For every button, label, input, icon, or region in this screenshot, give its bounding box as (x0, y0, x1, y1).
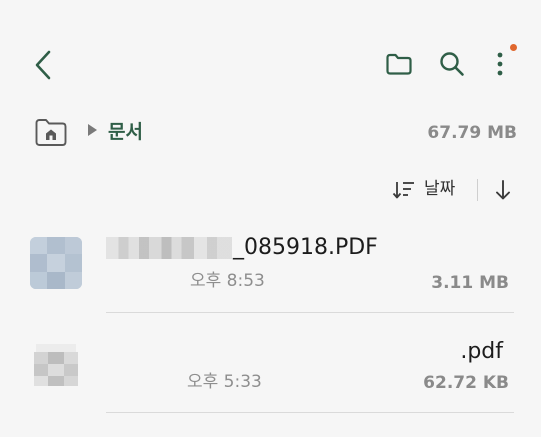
sort-button[interactable] (392, 180, 416, 200)
pdf-thumbnail-image (30, 340, 82, 392)
file-name-row: _085918.PDF (106, 234, 378, 262)
more-vertical-icon (497, 52, 503, 76)
file-thumbnail (30, 340, 82, 392)
redacted-name-block (106, 237, 232, 259)
more-options-button[interactable] (486, 44, 514, 84)
file-name: .pdf (460, 339, 503, 364)
file-list-item[interactable]: _085918.PDF 오후 8:53 3.11 MB (0, 216, 541, 311)
file-modified-time: 오후 5:33 (187, 372, 262, 392)
chevron-left-icon (35, 50, 51, 80)
app-bar (0, 0, 541, 100)
sort-by-label[interactable]: 날짜 (424, 178, 455, 200)
folder-button[interactable] (382, 48, 416, 80)
sort-divider (477, 179, 478, 201)
file-thumbnail (30, 237, 82, 289)
sort-direction-button[interactable] (491, 178, 515, 202)
list-divider (106, 412, 514, 413)
current-folder-label[interactable]: 문서 (108, 120, 143, 144)
list-divider (106, 312, 514, 313)
arrow-down-icon (496, 180, 510, 200)
file-modified-time: 오후 8:53 (190, 271, 265, 291)
back-button[interactable] (26, 46, 60, 84)
file-name-row: .pdf (460, 338, 503, 366)
home-folder-button[interactable] (34, 116, 68, 148)
file-manager-screen: 문서 67.79 MB 날짜 _085918.PDF 오후 8:53 3.11 … (0, 0, 541, 437)
breadcrumb: 문서 67.79 MB (0, 112, 541, 152)
file-size: 62.72 KB (423, 373, 509, 393)
folder-icon (386, 53, 412, 75)
file-name: _085918.PDF (233, 235, 378, 260)
sort-icon (392, 182, 414, 199)
notification-dot (510, 44, 517, 51)
folder-size: 67.79 MB (427, 123, 517, 143)
file-size: 3.11 MB (431, 273, 509, 293)
search-icon (440, 52, 464, 76)
search-button[interactable] (436, 48, 468, 80)
sort-bar: 날짜 (0, 172, 541, 208)
home-folder-icon (35, 119, 67, 146)
file-list-item[interactable]: .pdf 오후 5:33 62.72 KB (0, 318, 541, 413)
pdf-thumbnail-image (30, 237, 82, 289)
triangle-right-icon (88, 124, 97, 136)
